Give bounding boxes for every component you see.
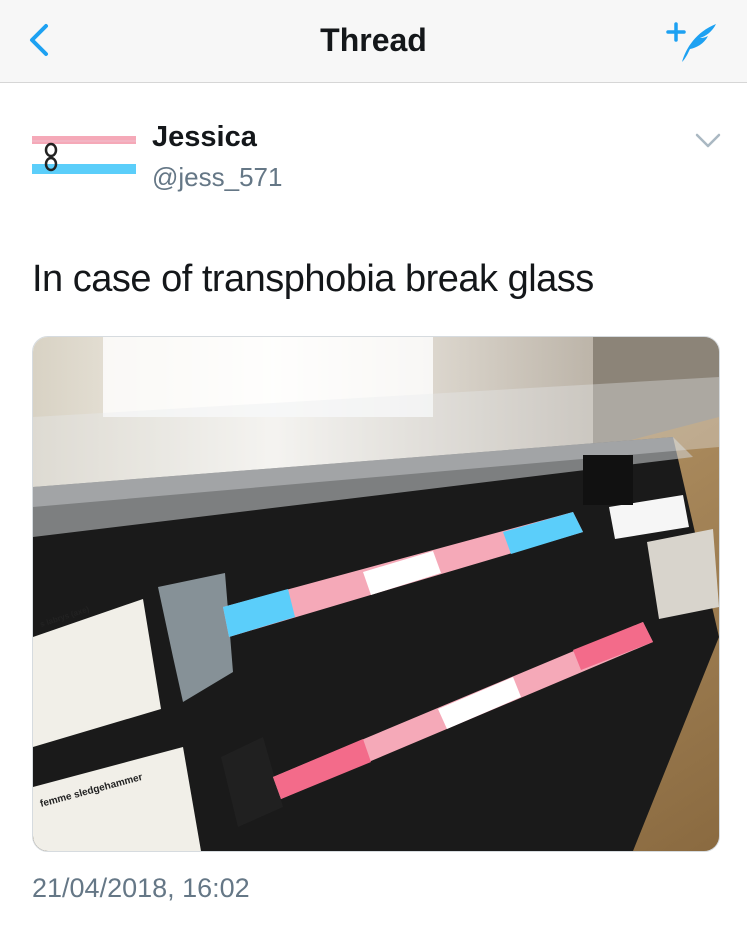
author-handle[interactable]: @jess_571: [152, 162, 282, 193]
tweet-detail: Jessica @jess_571 In case of transphobia…: [0, 83, 747, 927]
tweet-timestamp: 21/04/2018, 16:02: [32, 873, 250, 903]
author-name[interactable]: Jessica: [152, 121, 257, 154]
compose-tweet-icon[interactable]: [664, 18, 720, 64]
nav-bar: Thread: [0, 0, 747, 83]
tweet-text: In case of transphobia break glass: [32, 258, 594, 300]
chevron-down-icon[interactable]: [693, 131, 723, 151]
tweet-photo[interactable]: s labrys (axe) femme sledgehammer: [32, 336, 720, 852]
display-case-photo: s labrys (axe) femme sledgehammer: [33, 337, 719, 851]
page-title: Thread: [320, 22, 427, 58]
trans-flag-avatar[interactable]: [32, 136, 136, 178]
